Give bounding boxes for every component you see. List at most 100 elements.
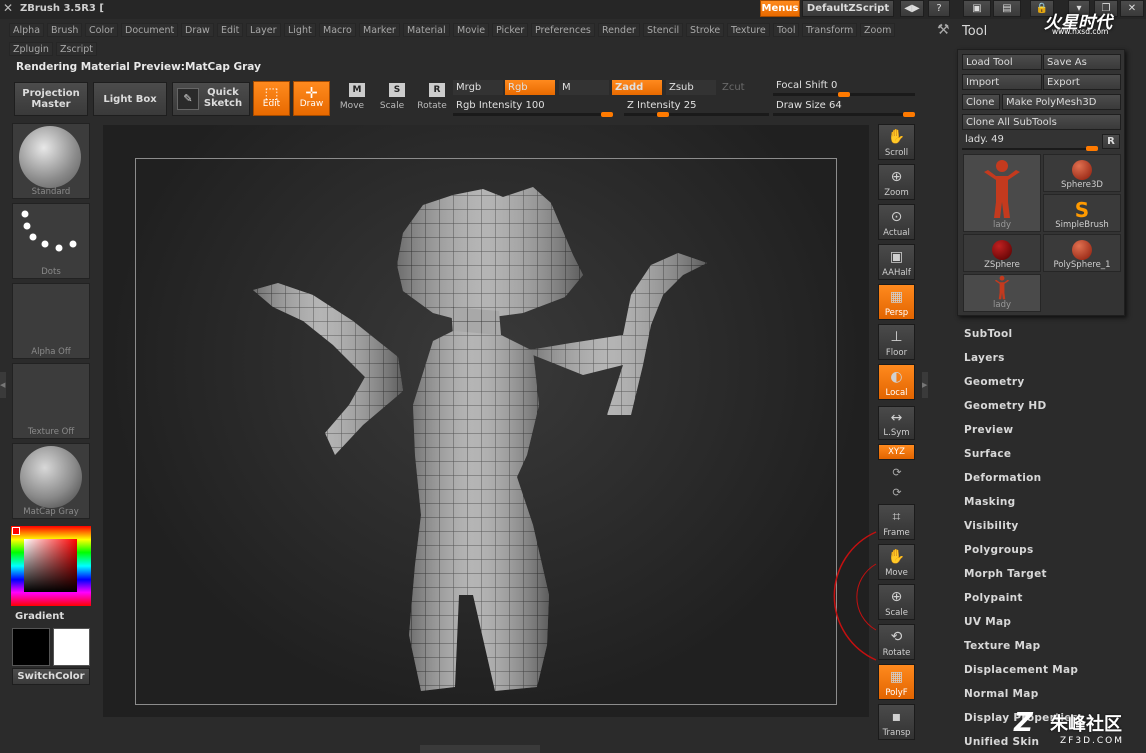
layout-icon-1[interactable]: ▣ [963, 0, 991, 17]
draw-button[interactable]: ✛ Draw [293, 81, 330, 116]
secondary-color-swatch[interactable] [53, 628, 90, 666]
menu-movie[interactable]: Movie [453, 23, 490, 37]
shelf-scale-button[interactable]: ⊕ Scale [878, 584, 915, 620]
scroll-arrows-button[interactable]: ◀▶ [900, 0, 924, 17]
edit-button[interactable]: ⬚ Edit [253, 81, 290, 116]
layout-icon-2[interactable]: ▤ [993, 0, 1021, 17]
left-tray-toggle[interactable]: ◀ [0, 372, 6, 398]
menu-tool[interactable]: Tool [773, 23, 800, 37]
shelf-zoom-button[interactable]: ⊕ Zoom [878, 164, 915, 200]
color-picker-cursor[interactable] [12, 527, 20, 535]
tool-tile-polysphere[interactable]: PolySphere_1 [1043, 234, 1121, 272]
rotate-axis-icon-1[interactable]: ⟳ [890, 466, 904, 480]
make-polymesh-button[interactable]: Make PolyMesh3D [1002, 94, 1121, 110]
brush-tile[interactable]: Standard [12, 123, 90, 199]
menu-picker[interactable]: Picker [492, 23, 529, 37]
m-toggle[interactable]: M [559, 80, 609, 95]
tool-section-visibility[interactable]: Visibility [964, 520, 1019, 532]
mrgb-toggle[interactable]: Mrgb [453, 80, 503, 95]
menu-brush[interactable]: Brush [47, 23, 83, 37]
quick-sketch-button[interactable]: ✎ Quick Sketch [172, 82, 250, 116]
clone-all-subtools-button[interactable]: Clone All SubTools [962, 114, 1121, 130]
projection-master-button[interactable]: Projection Master [14, 82, 88, 116]
load-tool-button[interactable]: Load Tool [962, 54, 1042, 70]
help-icon[interactable]: ? [928, 0, 950, 17]
draw-size-slider[interactable] [773, 113, 915, 116]
shelf-persp-button[interactable]: ▦ Persp [878, 284, 915, 320]
color-picker[interactable] [11, 526, 91, 606]
menu-layer[interactable]: Layer [246, 23, 281, 37]
tool-section-uv-map[interactable]: UV Map [964, 616, 1011, 628]
tool-section-normal-map[interactable]: Normal Map [964, 688, 1039, 700]
tool-section-surface[interactable]: Surface [964, 448, 1011, 460]
shelf-actual-button[interactable]: ⊙ Actual [878, 204, 915, 240]
zcut-toggle[interactable]: Zcut [719, 80, 769, 95]
right-tray-toggle[interactable]: ▶ [922, 372, 928, 398]
shelf-xyz-button[interactable]: XYZ [878, 444, 915, 460]
lady-model[interactable] [103, 125, 869, 717]
shelf-frame-button[interactable]: ⌗ Frame [878, 504, 915, 540]
shelf-scroll-button[interactable]: ✋ Scroll [878, 124, 915, 160]
tool-section-texture-map[interactable]: Texture Map [964, 640, 1040, 652]
texture-tile[interactable]: Texture Off [12, 363, 90, 439]
export-button[interactable]: Export [1043, 74, 1121, 90]
tool-section-deformation[interactable]: Deformation [964, 472, 1041, 484]
menu-document[interactable]: Document [121, 23, 179, 37]
main-color-swatch[interactable] [12, 628, 50, 666]
r-button[interactable]: R [1102, 134, 1120, 149]
tool-section-morph-target[interactable]: Morph Target [964, 568, 1047, 580]
menu-draw[interactable]: Draw [181, 23, 214, 37]
z-intensity-slider-thumb[interactable] [657, 112, 670, 117]
current-tool-slider-thumb[interactable] [1086, 146, 1098, 151]
tool-section-masking[interactable]: Masking [964, 496, 1015, 508]
menu-material[interactable]: Material [403, 23, 450, 37]
menu-color[interactable]: Color [85, 23, 118, 37]
tool-section-layers[interactable]: Layers [964, 352, 1005, 364]
menu-transform[interactable]: Transform [802, 23, 858, 37]
switch-color-button[interactable]: SwitchColor [12, 668, 90, 685]
draw-size-slider-thumb[interactable] [903, 112, 915, 117]
menu-alpha[interactable]: Alpha [9, 23, 45, 37]
default-zscript-button[interactable]: DefaultZScript [802, 0, 894, 17]
z-intensity-slider[interactable] [624, 113, 769, 116]
shelf-floor-button[interactable]: ⊥ Floor [878, 324, 915, 360]
tool-section-subtool[interactable]: SubTool [964, 328, 1012, 340]
menu-zplugin[interactable]: Zplugin [9, 42, 53, 56]
menu-stencil[interactable]: Stencil [643, 23, 684, 37]
menu-render[interactable]: Render [598, 23, 640, 37]
clone-button[interactable]: Clone [962, 94, 1000, 110]
alpha-tile[interactable]: Alpha Off [12, 283, 90, 359]
tool-section-geometry-hd[interactable]: Geometry HD [964, 400, 1047, 412]
menu-marker[interactable]: Marker [359, 23, 400, 37]
tool-section-preview[interactable]: Preview [964, 424, 1013, 436]
canvas-area[interactable] [103, 125, 869, 717]
menu-zoom[interactable]: Zoom [860, 23, 896, 37]
shelf-rotate-button[interactable]: ⟲ Rotate [878, 624, 915, 660]
menu-texture[interactable]: Texture [727, 23, 770, 37]
tool-tile-lady-2[interactable]: lady [963, 274, 1041, 312]
tool-section-polygroups[interactable]: Polygroups [964, 544, 1034, 556]
tool-section-geometry[interactable]: Geometry [964, 376, 1024, 388]
shelf-transp-button[interactable]: ▪ Transp [878, 704, 915, 740]
material-tile[interactable]: MatCap Gray [12, 443, 90, 519]
rotate-axis-icon-2[interactable]: ⟳ [890, 486, 904, 500]
stroke-tile[interactable]: Dots [12, 203, 90, 279]
menu-zscript[interactable]: Zscript [56, 42, 97, 56]
shelf-lsym-button[interactable]: ↔ L.Sym [878, 406, 915, 440]
tool-tile-simplebrush[interactable]: S SimpleBrush [1043, 194, 1121, 232]
tool-section-displacement-map[interactable]: Displacement Map [964, 664, 1078, 676]
menu-macro[interactable]: Macro [319, 23, 356, 37]
shelf-move-button[interactable]: ✋ Move [878, 544, 915, 580]
zsub-toggle[interactable]: Zsub [666, 80, 716, 95]
menu-edit[interactable]: Edit [217, 23, 244, 37]
shelf-aahalf-button[interactable]: ▣ AAHalf [878, 244, 915, 280]
tool-tile-lady[interactable]: lady [963, 154, 1041, 232]
save-as-button[interactable]: Save As [1043, 54, 1121, 70]
shelf-local-button[interactable]: ◐ Local [878, 364, 915, 400]
zadd-toggle[interactable]: Zadd [612, 80, 662, 95]
tool-section-polypaint[interactable]: Polypaint [964, 592, 1023, 604]
focal-shift-slider-thumb[interactable] [838, 92, 850, 97]
move-button[interactable]: M Move [334, 83, 370, 115]
tool-tile-zsphere[interactable]: ZSphere [963, 234, 1041, 272]
rgb-toggle[interactable]: Rgb [505, 80, 555, 95]
